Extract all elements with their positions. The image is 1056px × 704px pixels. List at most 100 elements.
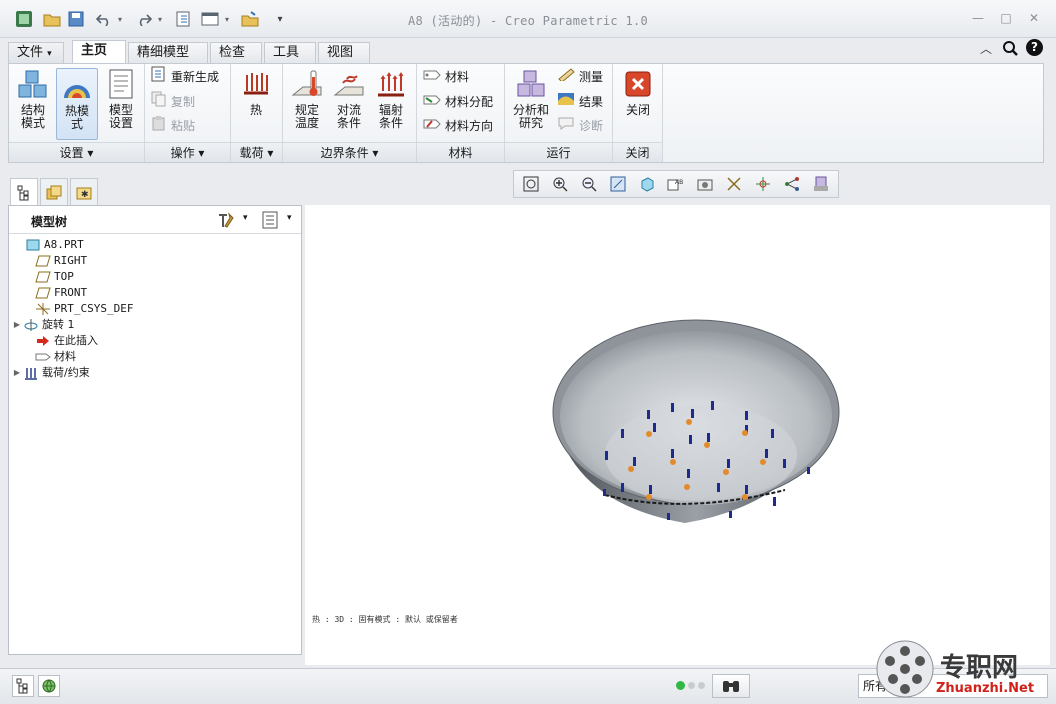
model-tree-icon	[16, 678, 28, 694]
tree-node-revolve[interactable]: ▶ 旋转 1	[11, 317, 75, 333]
group-run: 分析和 研究 测量 结果 诊断 运行	[505, 64, 613, 162]
maximize-button[interactable]: □	[998, 11, 1014, 25]
tree-settings-icon[interactable]	[217, 211, 237, 232]
regenerate-icon	[151, 66, 167, 88]
tab-file[interactable]: 文件 ▾	[8, 42, 64, 64]
tree-node-part[interactable]: A8.PRT	[13, 237, 84, 253]
help-icon[interactable]: ?	[1026, 39, 1043, 56]
convection-condition-button[interactable]: 对流 条件	[329, 68, 369, 130]
tab-model-tree[interactable]	[10, 178, 38, 206]
tree-node-right[interactable]: RIGHT	[23, 253, 87, 269]
measure-button[interactable]: 测量	[557, 67, 603, 87]
radiation-condition-button[interactable]: 辐射 条件	[371, 68, 411, 130]
material-orientation-button[interactable]: 材料方向	[423, 116, 493, 136]
tree-settings-dropdown-icon[interactable]: ▾	[243, 213, 248, 223]
structure-mode-icon	[16, 68, 50, 100]
thermal-mode-button[interactable]: 热模 式	[56, 68, 98, 140]
material-assignment-button[interactable]: 材料分配	[423, 92, 493, 112]
graphics-toolbar: AB	[513, 170, 839, 198]
datum-plane-icon	[35, 270, 51, 284]
results-icon	[557, 92, 575, 112]
expand-arrow-icon[interactable]: ▶	[11, 317, 23, 333]
globe-icon	[42, 679, 56, 693]
minimize-button[interactable]: —	[970, 11, 986, 25]
tab-favorites[interactable]: ✱	[70, 178, 98, 206]
tree-node-material[interactable]: 材料	[23, 349, 76, 365]
convection-icon	[332, 68, 366, 100]
tab-home[interactable]: 主页	[72, 40, 126, 64]
results-button[interactable]: 结果	[557, 92, 603, 112]
model-setup-button[interactable]: 模型 设置	[101, 68, 141, 130]
graphics-area[interactable]	[305, 205, 1050, 665]
thermometer-icon	[290, 68, 324, 100]
prescribed-temperature-button[interactable]: 规定 温度	[287, 68, 327, 130]
revolve-icon	[23, 318, 39, 332]
repaint-icon[interactable]	[605, 173, 630, 195]
material-button[interactable]: 材料	[423, 67, 469, 87]
radiation-icon	[374, 68, 408, 100]
structure-mode-button[interactable]: 结构 模式	[13, 68, 53, 130]
paste-button[interactable]: 粘贴	[151, 116, 195, 136]
tree-node-loads-constraints[interactable]: ▶ 载荷/约束	[11, 365, 90, 381]
search-icon[interactable]	[1002, 40, 1018, 59]
binoculars-icon	[723, 681, 739, 692]
expand-arrow-icon[interactable]: ▶	[11, 365, 23, 381]
group-operations: 重新生成 复制 粘贴 操作 ▾	[145, 64, 231, 162]
diagnostics-button[interactable]: 诊断	[557, 116, 603, 136]
view-manager-icon[interactable]	[692, 173, 717, 195]
tab-view[interactable]: 视图	[318, 42, 370, 64]
group-setup: 结构 模式 热模 式 模型 设置 设置 ▾	[9, 64, 145, 162]
group-label-loads[interactable]: 载荷 ▾	[231, 142, 282, 162]
datum-display-icon[interactable]	[721, 173, 746, 195]
svg-text:✱: ✱	[81, 190, 89, 200]
find-button[interactable]	[712, 674, 750, 698]
part-icon	[25, 238, 41, 252]
group-boundary: 规定 温度 对流 条件 辐射 条件 边界条件 ▾	[283, 64, 417, 162]
simulation-display-icon[interactable]	[808, 173, 833, 195]
group-label-boundary[interactable]: 边界条件 ▾	[283, 142, 416, 162]
copy-button[interactable]: 复制	[151, 91, 195, 113]
tab-refine-model[interactable]: 精细模型	[128, 42, 208, 64]
show-menu-dropdown-icon[interactable]: ▾	[287, 213, 292, 223]
ribbon-collapse-icon[interactable]: ︿	[980, 40, 992, 57]
close-button[interactable]: ✕	[1026, 11, 1042, 25]
spin-center-icon[interactable]	[750, 173, 775, 195]
tab-inspect[interactable]: 检查	[210, 42, 262, 64]
tab-folder-browser[interactable]	[40, 178, 68, 206]
tab-tools[interactable]: 工具	[264, 42, 316, 64]
group-label-material: 材料	[417, 142, 504, 162]
ruler-icon	[557, 67, 575, 87]
display-style-icon[interactable]	[634, 173, 659, 195]
model-tree-header: 模型树 ▾ ▾	[9, 206, 301, 234]
diagnostics-icon	[557, 116, 575, 136]
tree-node-front[interactable]: FRONT	[23, 285, 87, 301]
copy-icon	[151, 91, 167, 113]
refit-icon[interactable]	[518, 173, 543, 195]
toggle-browser-button[interactable]	[38, 675, 60, 697]
group-label-close: 关闭	[613, 142, 662, 162]
group-label-setup[interactable]: 设置 ▾	[9, 142, 144, 162]
tree-node-insert-here[interactable]: 在此插入	[23, 333, 98, 349]
close-mode-button[interactable]: 关闭	[618, 68, 658, 117]
title-bar: ▾ ▾ ▾ ▾ A8 (活动的) - Creo Parametric 1.0 —…	[0, 0, 1056, 38]
regenerate-button[interactable]: 重新生成	[151, 66, 219, 88]
group-label-operations[interactable]: 操作 ▾	[145, 142, 230, 162]
model-tree-icon	[17, 185, 29, 200]
ribbon-tab-row: 文件 ▾ 主页 精细模型 检查 工具 视图 ︿ ?	[0, 38, 1056, 64]
toggle-navigator-button[interactable]	[12, 675, 34, 697]
material-icon	[423, 67, 441, 87]
thermal-bowl-model[interactable]	[305, 205, 1050, 665]
analysis-study-button[interactable]: 分析和 研究	[508, 68, 554, 130]
zoom-out-icon[interactable]	[576, 173, 601, 195]
zoom-in-icon[interactable]	[547, 173, 572, 195]
group-material: 材料 材料分配 材料方向 材料	[417, 64, 505, 162]
tree-node-csys[interactable]: PRT_CSYS_DEF	[23, 301, 133, 317]
annotation-display-icon[interactable]	[779, 173, 804, 195]
analysis-study-icon	[514, 68, 548, 100]
saved-views-icon[interactable]: AB	[663, 173, 688, 195]
material-icon	[35, 350, 51, 364]
tree-node-top[interactable]: TOP	[23, 269, 74, 285]
show-menu-icon[interactable]	[261, 211, 279, 232]
insert-arrow-icon	[35, 334, 51, 348]
heat-load-button[interactable]: 热	[236, 68, 276, 117]
